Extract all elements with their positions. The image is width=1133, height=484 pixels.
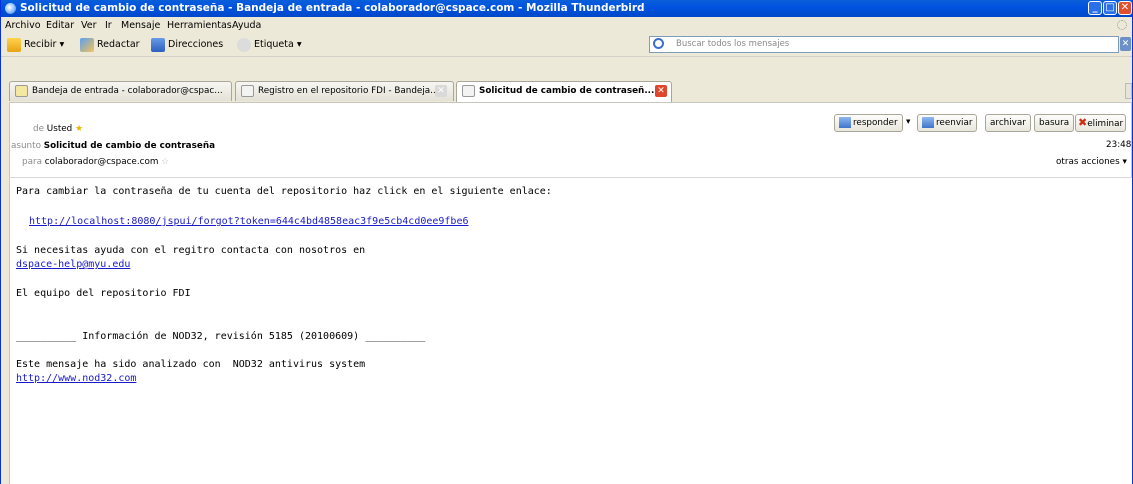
star-outline-icon[interactable]: ☆ <box>161 157 169 167</box>
activity-throbber-icon <box>1117 20 1127 30</box>
forward-icon <box>922 117 934 128</box>
message-envelope-icon <box>462 85 475 97</box>
message-time: 23:48 <box>1106 140 1132 150</box>
delete-button[interactable]: ✖eliminar <box>1075 114 1127 132</box>
write-pencil-icon <box>80 37 94 52</box>
tab-close-icon[interactable]: ✕ <box>435 85 447 97</box>
write-label: Redactar <box>97 39 140 50</box>
other-actions-button[interactable]: otras acciones ▾ <box>1056 157 1127 167</box>
address-book-button[interactable]: Direcciones <box>151 37 223 53</box>
help-email-link[interactable]: dspace-help@myu.edu <box>16 259 130 270</box>
menu-ayuda[interactable]: Ayuda <box>232 20 261 31</box>
body-line-instructions: Para cambiar la contraseña de tu cuenta … <box>16 186 552 197</box>
junk-label: basura <box>1039 118 1070 128</box>
reply-label: responder <box>853 118 898 128</box>
address-book-icon <box>151 37 165 52</box>
inbox-folder-icon <box>15 85 28 97</box>
search-input[interactable]: Buscar todos los mensajes <box>649 36 1119 53</box>
forward-button[interactable]: reenviar <box>917 114 978 132</box>
archive-button[interactable]: archivar <box>985 114 1031 132</box>
archive-label: archivar <box>990 118 1026 128</box>
chevron-down-icon: ▾ <box>1122 157 1127 167</box>
get-messages-button[interactable]: Recibir ▾ <box>7 37 64 53</box>
tab-scroll-handle[interactable] <box>1125 83 1132 99</box>
chevron-down-icon[interactable]: ▾ <box>297 39 302 50</box>
delete-label: eliminar <box>1087 119 1124 129</box>
tag-label: Etiqueta <box>254 39 294 50</box>
other-actions-label: otras acciones <box>1056 157 1120 167</box>
star-icon[interactable]: ★ <box>75 124 83 134</box>
window-title: Solicitud de cambio de contraseña - Band… <box>20 2 645 14</box>
reset-password-link[interactable]: http://localhost:8080/jspui/forgot?token… <box>29 216 469 227</box>
from-row: de Usted ★ <box>33 124 83 134</box>
from-value[interactable]: Usted <box>47 124 72 134</box>
menu-ir[interactable]: Ir <box>105 20 112 31</box>
reply-menu-dropdown[interactable]: ▾ <box>906 117 910 127</box>
get-mail-icon <box>7 37 21 52</box>
thunderbird-window: Solicitud de cambio de contraseña - Band… <box>0 0 1133 484</box>
from-label: de <box>33 124 44 134</box>
address-book-label: Direcciones <box>168 39 224 50</box>
forward-label: reenviar <box>936 118 973 128</box>
tab-registro-label: Registro en el repositorio FDI - Bandeja… <box>258 86 439 96</box>
menu-herramientas[interactable]: Herramientas <box>167 20 232 31</box>
minimize-button[interactable]: _ <box>1088 1 1102 15</box>
subject-value: Solicitud de cambio de contraseña <box>43 141 216 151</box>
tab-close-icon[interactable]: ✕ <box>655 85 667 97</box>
get-messages-label: Recibir <box>24 39 57 50</box>
menu-bar: Archivo Editar Ver Ir Mensaje Herramient… <box>1 17 1132 34</box>
subject-label: asunto <box>11 141 41 151</box>
nod32-analyzed-line: Este mensaje ha sido analizado con NOD32… <box>16 359 366 370</box>
body-signature: El equipo del repositorio FDI <box>16 288 191 299</box>
to-value[interactable]: colaborador@cspace.com <box>45 157 159 167</box>
search-icon[interactable] <box>653 38 664 49</box>
menu-mensaje[interactable]: Mensaje <box>121 20 160 31</box>
tab-inbox[interactable]: Bandeja de entrada - colaborador@cspac..… <box>9 81 232 101</box>
body-help-line: Si necesitas ayuda con el regitro contac… <box>16 245 366 256</box>
message-body: Para cambiar la contraseña de tu cuenta … <box>9 177 1132 484</box>
search-placeholder: Buscar todos los mensajes <box>676 39 790 49</box>
write-button[interactable]: Redactar <box>80 37 140 53</box>
tab-solicitud-label: Solicitud de cambio de contraseñ... <box>479 86 655 96</box>
title-bar[interactable]: Solicitud de cambio de contraseña - Band… <box>1 0 1132 17</box>
tab-registro[interactable]: Registro en el repositorio FDI - Bandeja… <box>235 81 454 101</box>
menu-editar[interactable]: Editar <box>46 20 74 31</box>
menu-ver[interactable]: Ver <box>81 20 97 31</box>
junk-button[interactable]: basura <box>1034 114 1075 132</box>
tab-inbox-label: Bandeja de entrada - colaborador@cspac..… <box>32 86 223 96</box>
message-envelope-icon <box>241 85 254 97</box>
tab-solicitud[interactable]: Solicitud de cambio de contraseñ... ✕ <box>456 81 672 102</box>
maximize-button[interactable]: □ <box>1103 1 1117 15</box>
chevron-down-icon[interactable]: ▾ <box>60 39 65 50</box>
close-window-button[interactable]: ✕ <box>1118 1 1132 15</box>
search-clear-icon[interactable]: ✕ <box>1120 37 1131 51</box>
subject-row: asunto Solicitud de cambio de contraseña <box>11 141 215 151</box>
to-row: para colaborador@cspace.com ☆ <box>22 157 169 167</box>
tag-icon <box>237 37 251 52</box>
delete-x-icon: ✖ <box>1078 116 1088 129</box>
nod32-info-line: __________ Información de NOD32, revisió… <box>16 331 426 342</box>
reply-button[interactable]: responder <box>834 114 903 132</box>
menu-archivo[interactable]: Archivo <box>5 20 41 31</box>
nod32-link[interactable]: http://www.nod32.com <box>16 373 136 384</box>
tag-button[interactable]: Etiqueta ▾ <box>237 37 302 53</box>
thunderbird-app-icon[interactable] <box>5 3 16 14</box>
to-label: para <box>22 157 42 167</box>
reply-icon <box>839 117 851 128</box>
